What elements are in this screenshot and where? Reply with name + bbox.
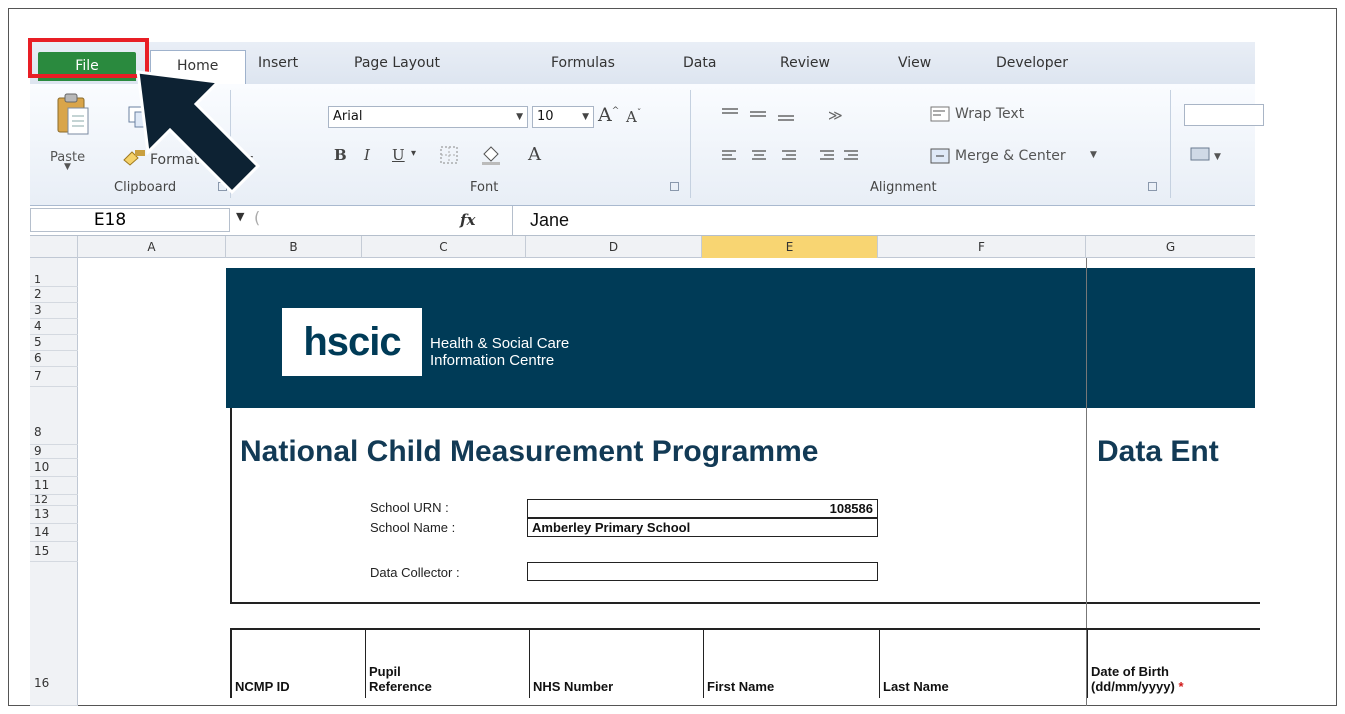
font-size-value: 10 bbox=[537, 109, 554, 124]
row-header[interactable]: 6 bbox=[30, 351, 78, 367]
logo-caption: Health & Social Care Information Centre bbox=[430, 335, 569, 369]
school-name-label: School Name : bbox=[370, 520, 456, 535]
row-header[interactable]: 15 bbox=[30, 542, 78, 562]
page-title-right: Data Ent bbox=[1097, 435, 1219, 468]
number-format-combo[interactable] bbox=[1184, 104, 1264, 126]
borders-icon[interactable] bbox=[440, 146, 458, 164]
pointer-arrow-icon bbox=[130, 60, 261, 204]
column-header-bar: A B C D E F G bbox=[30, 236, 1255, 258]
font-size-combo[interactable]: 10 ▼ bbox=[532, 106, 594, 128]
vertical-align-icons[interactable]: ≫ bbox=[720, 106, 850, 124]
row-header[interactable]: 16 bbox=[30, 562, 78, 706]
date-of-birth-label: Date of Birth (dd/mm/yyyy) bbox=[1091, 664, 1175, 694]
header-last-name[interactable]: Last Name bbox=[880, 630, 1088, 698]
column-header[interactable]: D bbox=[526, 236, 702, 258]
header-date-of-birth[interactable]: Date of Birth (dd/mm/yyyy) * bbox=[1088, 630, 1262, 698]
bold-button[interactable]: B bbox=[334, 146, 347, 164]
school-urn-label: School URN : bbox=[370, 500, 449, 515]
logo-line-2: Information Centre bbox=[430, 352, 555, 369]
column-header[interactable]: A bbox=[78, 236, 226, 258]
formula-bar: E18 ▼ ( fx Jane bbox=[30, 206, 1255, 236]
school-name-field[interactable]: Amberley Primary School bbox=[527, 518, 878, 537]
ribbon-separator bbox=[690, 90, 691, 198]
hscic-logo: hscic bbox=[282, 308, 422, 376]
svg-text:▼: ▼ bbox=[1214, 152, 1221, 162]
tab-developer[interactable]: Developer bbox=[996, 55, 1068, 85]
horizontal-align-icons[interactable] bbox=[720, 148, 930, 166]
tab-formulas[interactable]: Formulas bbox=[551, 55, 615, 85]
tab-review[interactable]: Review bbox=[780, 55, 830, 85]
chevron-down-icon: ▼ bbox=[582, 112, 589, 122]
formula-input[interactable]: Jane bbox=[530, 210, 569, 231]
pupil-table-header: NCMP ID Pupil Reference NHS Number First… bbox=[230, 628, 1260, 698]
paste-icon[interactable] bbox=[54, 92, 90, 136]
paste-dropdown-icon[interactable]: ▼ bbox=[64, 162, 71, 172]
alignment-launcher-icon[interactable] bbox=[1148, 182, 1157, 191]
required-marker: * bbox=[1178, 679, 1184, 694]
ribbon-separator bbox=[1170, 90, 1171, 198]
row-header-bar: 1 2 3 4 5 6 7 8 9 10 11 12 13 14 15 16 bbox=[30, 258, 78, 706]
chevron-down-icon: ▼ bbox=[516, 112, 523, 122]
header-ncmp-id[interactable]: NCMP ID bbox=[232, 630, 366, 698]
data-collector-label: Data Collector : bbox=[370, 565, 460, 580]
column-header[interactable]: F bbox=[878, 236, 1086, 258]
merge-center-icon[interactable] bbox=[930, 148, 950, 164]
data-collector-field[interactable] bbox=[527, 562, 878, 581]
name-box[interactable]: E18 bbox=[30, 208, 230, 232]
formula-bar-divider-icon: ( bbox=[254, 208, 261, 227]
chevron-down-icon[interactable]: ▾ bbox=[411, 148, 416, 159]
shrink-font-icon[interactable]: Aˇ bbox=[626, 108, 641, 126]
page-title: National Child Measurement Programme bbox=[240, 435, 819, 468]
column-header[interactable]: C bbox=[362, 236, 526, 258]
row-header[interactable]: 4 bbox=[30, 319, 78, 335]
logo-line-1: Health & Social Care bbox=[430, 335, 570, 352]
fill-color-icon[interactable] bbox=[480, 144, 502, 166]
row-header[interactable]: 13 bbox=[30, 506, 78, 524]
font-group-label: Font bbox=[470, 180, 499, 195]
font-name-combo[interactable]: Arial ▼ bbox=[328, 106, 528, 128]
column-header-active[interactable]: E bbox=[702, 236, 878, 258]
tab-view[interactable]: View bbox=[898, 55, 931, 85]
formula-separator bbox=[512, 206, 513, 236]
school-urn-field[interactable]: 108586 bbox=[527, 499, 878, 518]
fx-icon[interactable]: fx bbox=[460, 211, 475, 229]
merge-center-button[interactable]: Merge & Center bbox=[955, 148, 1066, 164]
tab-data[interactable]: Data bbox=[683, 55, 716, 85]
name-box-dropdown-icon[interactable]: ▼ bbox=[236, 210, 244, 223]
tab-insert[interactable]: Insert bbox=[258, 55, 298, 85]
header-nhs-number[interactable]: NHS Number bbox=[530, 630, 704, 698]
chevron-down-icon[interactable]: ▼ bbox=[1090, 150, 1097, 160]
row-header[interactable]: 10 bbox=[30, 459, 78, 477]
font-launcher-icon[interactable] bbox=[670, 182, 679, 191]
svg-text:≫: ≫ bbox=[828, 108, 843, 124]
column-header[interactable]: G bbox=[1086, 236, 1255, 258]
row-header[interactable]: 1 bbox=[30, 274, 78, 287]
row-header[interactable]: 2 bbox=[30, 287, 78, 303]
grow-font-icon[interactable]: A^ bbox=[598, 104, 619, 126]
row-header[interactable]: 8 bbox=[30, 387, 78, 445]
wrap-text-button[interactable]: Wrap Text bbox=[955, 106, 1024, 122]
wrap-text-icon[interactable] bbox=[930, 106, 950, 122]
row-header[interactable]: 3 bbox=[30, 303, 78, 319]
font-color-icon[interactable]: A bbox=[528, 144, 541, 165]
select-all-corner[interactable] bbox=[30, 236, 78, 258]
row-header[interactable]: 9 bbox=[30, 445, 78, 459]
accounting-format-icon[interactable]: ▼ bbox=[1190, 146, 1224, 164]
column-header[interactable]: B bbox=[226, 236, 362, 258]
row-header[interactable]: 12 bbox=[30, 494, 78, 506]
row-header[interactable]: 5 bbox=[30, 335, 78, 351]
underline-button[interactable]: U bbox=[392, 146, 405, 164]
row-header[interactable]: 7 bbox=[30, 367, 78, 387]
row-header[interactable]: 14 bbox=[30, 524, 78, 542]
italic-button[interactable]: I bbox=[364, 146, 370, 164]
alignment-group-label: Alignment bbox=[870, 180, 937, 195]
header-first-name[interactable]: First Name bbox=[704, 630, 880, 698]
header-pupil-reference[interactable]: Pupil Reference bbox=[366, 630, 530, 698]
font-name-value: Arial bbox=[333, 109, 363, 124]
tab-page-layout[interactable]: Page Layout bbox=[354, 55, 440, 85]
